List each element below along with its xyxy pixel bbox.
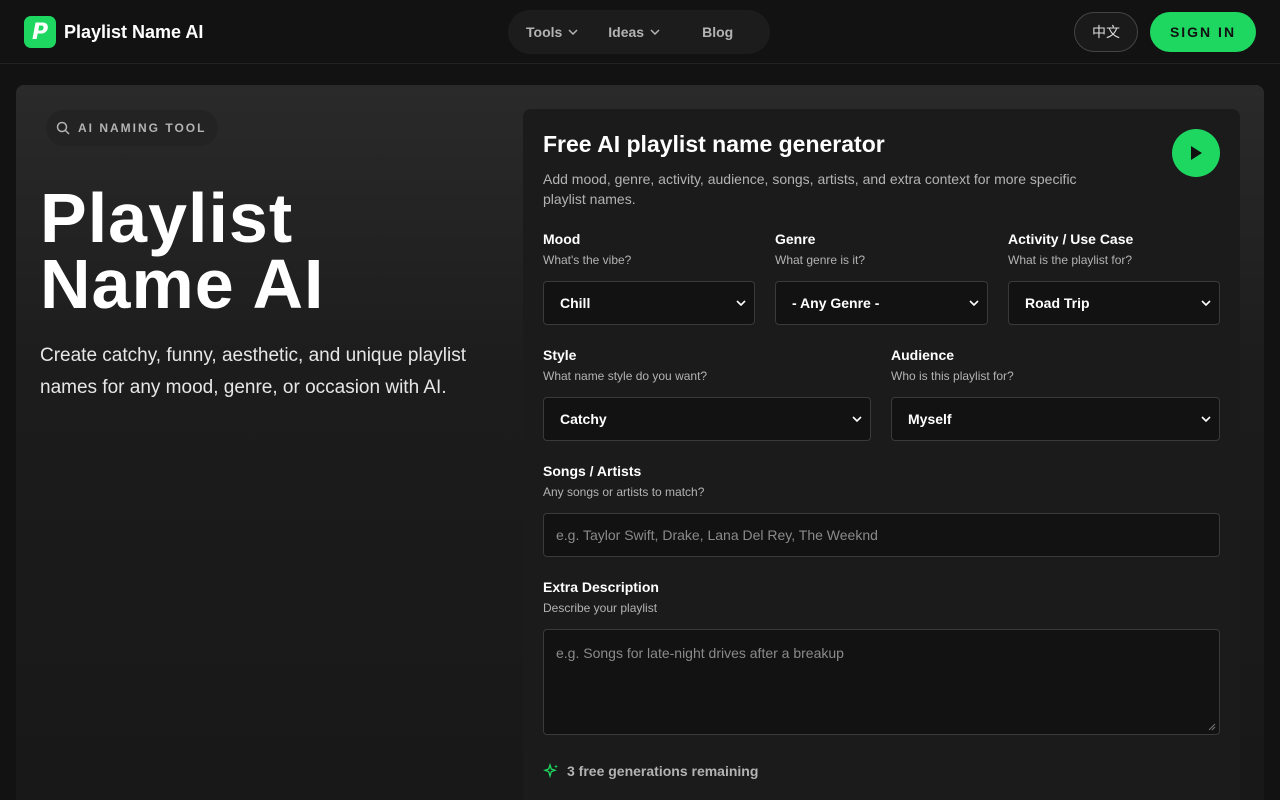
style-select-value: Catchy — [560, 411, 607, 427]
logo-icon: P — [24, 16, 56, 48]
main-panel: AI NAMING TOOL Playlist Name AI Create c… — [16, 85, 1264, 800]
free-generations-remaining: 3 free generations remaining — [543, 763, 758, 779]
logo-link[interactable]: P Playlist Name AI — [24, 16, 203, 48]
app-title: Playlist Name AI — [64, 21, 204, 42]
nav-tools-label: Tools — [526, 24, 563, 40]
style-field: Style What name style do you want? — [543, 345, 707, 385]
mood-select-value: Chill — [560, 295, 591, 311]
sparkles-icon — [543, 763, 558, 779]
nav-blog[interactable]: Blog — [700, 24, 735, 40]
genre-select-value: - Any Genre - — [792, 295, 880, 311]
songs-label: Songs / Artists — [543, 463, 642, 479]
remaining-label: 3 free generations remaining — [567, 763, 759, 779]
form-subtitle: Add mood, genre, activity, audience, son… — [543, 171, 1077, 207]
activity-field: Activity / Use Case What is the playlist… — [1008, 229, 1133, 269]
search-icon — [56, 121, 70, 135]
audience-select-value: Myself — [908, 411, 952, 427]
badge-label: AI NAMING TOOL — [78, 121, 207, 135]
style-select[interactable]: Catchy — [543, 397, 871, 441]
chevron-down-icon — [1201, 300, 1211, 306]
songs-hint: Any songs or artists to match? — [543, 485, 705, 499]
extra-label: Extra Description — [543, 579, 659, 595]
mood-hint: What's the vibe? — [543, 253, 632, 267]
chevron-down-icon — [736, 300, 746, 306]
nav-ideas[interactable]: Ideas — [606, 24, 662, 40]
main-nav: Tools Ideas Blog — [508, 10, 770, 54]
chevron-down-icon — [1201, 416, 1211, 422]
genre-field: Genre What genre is it? — [775, 229, 865, 269]
audience-field: Audience Who is this playlist for? — [891, 345, 1014, 385]
songs-input-placeholder: e.g. Taylor Swift, Drake, Lana Del Rey, … — [556, 527, 878, 543]
audience-select[interactable]: Myself — [891, 397, 1220, 441]
style-label: Style — [543, 347, 577, 363]
top-header: P Playlist Name AI Tools Ideas Blog 中文 S… — [0, 0, 1280, 64]
activity-select-value: Road Trip — [1025, 295, 1090, 311]
extra-field: Extra Description Describe your playlist — [543, 577, 659, 617]
resize-handle-icon[interactable] — [1208, 723, 1216, 731]
genre-select[interactable]: - Any Genre - — [775, 281, 988, 325]
activity-label: Activity / Use Case — [1008, 231, 1134, 247]
audience-label: Audience — [891, 347, 955, 363]
songs-input[interactable]: e.g. Taylor Swift, Drake, Lana Del Rey, … — [543, 513, 1220, 557]
nav-tools[interactable]: Tools — [524, 24, 580, 40]
generate-play-button[interactable] — [1172, 129, 1220, 177]
mood-select[interactable]: Chill — [543, 281, 755, 325]
hero-title-line2: Name AI — [40, 245, 325, 323]
sign-in-button[interactable]: SIGN IN — [1150, 12, 1256, 52]
extra-hint: Describe your playlist — [543, 601, 658, 615]
style-hint: What name style do you want? — [543, 369, 708, 383]
ai-naming-tool-badge: AI NAMING TOOL — [46, 110, 218, 146]
mood-field: Mood What's the vibe? — [543, 229, 631, 269]
nav-ideas-label: Ideas — [608, 24, 645, 40]
hero-description: Create catchy, funny, aesthetic, and uni… — [40, 345, 466, 398]
play-icon — [1191, 146, 1202, 160]
audience-hint: Who is this playlist for? — [891, 369, 1014, 383]
genre-hint: What genre is it? — [775, 253, 866, 267]
hero-title-line1: Playlist — [40, 179, 294, 257]
activity-select[interactable]: Road Trip — [1008, 281, 1220, 325]
nav-blog-label: Blog — [702, 24, 734, 40]
form-title: Free AI playlist name generator — [543, 131, 885, 157]
chevron-down-icon — [568, 29, 578, 35]
generator-form-card: Free AI playlist name generator Add mood… — [523, 109, 1240, 800]
mood-label: Mood — [543, 231, 581, 247]
language-toggle-button[interactable]: 中文 — [1074, 12, 1138, 52]
chevron-down-icon — [969, 300, 979, 306]
extra-textarea-placeholder: e.g. Songs for late-night drives after a… — [556, 645, 844, 661]
chevron-down-icon — [852, 416, 862, 422]
chevron-down-icon — [650, 29, 660, 35]
activity-hint: What is the playlist for? — [1008, 253, 1133, 267]
hero-title: Playlist Name AI — [40, 179, 500, 323]
genre-label: Genre — [775, 231, 816, 247]
extra-description-textarea[interactable]: e.g. Songs for late-night drives after a… — [543, 629, 1220, 735]
songs-field: Songs / Artists Any songs or artists to … — [543, 461, 704, 501]
